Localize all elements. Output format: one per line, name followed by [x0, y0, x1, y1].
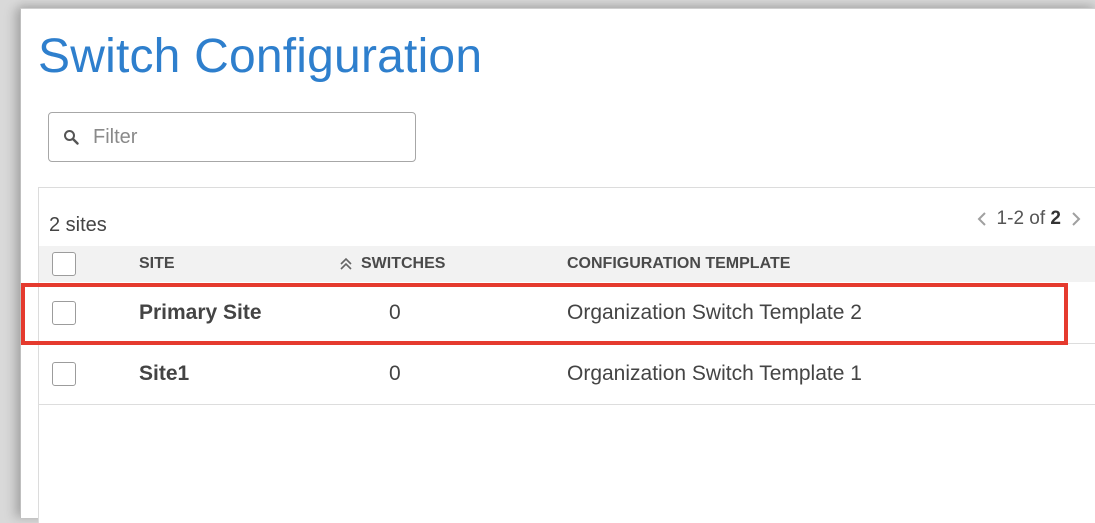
site-name[interactable]: Site1	[139, 344, 189, 404]
site-name[interactable]: Primary Site	[139, 283, 262, 343]
table-row[interactable]: Site1 0 Organization Switch Template 1	[39, 344, 1095, 405]
pagination: 1-2 of 2	[967, 208, 1091, 230]
column-header-site[interactable]: SITE	[139, 246, 175, 282]
column-header-template[interactable]: CONFIGURATION TEMPLATE	[567, 246, 790, 282]
row-checkbox[interactable]	[52, 362, 76, 386]
chevron-left-icon[interactable]	[975, 210, 989, 228]
table-row[interactable]: Primary Site 0 Organization Switch Templ…	[39, 283, 1095, 344]
pagination-total: 2	[1050, 208, 1061, 229]
sites-table: 2 sites 1-2 of 2 SITE SWITCHES CONFIGURA…	[38, 187, 1095, 523]
column-header-template-label: CONFIGURATION TEMPLATE	[567, 255, 791, 272]
chevron-right-icon[interactable]	[1069, 210, 1083, 228]
pagination-range: 1-2 of	[996, 208, 1046, 229]
switch-configuration-panel: Switch Configuration 2 sites 1-2 of 2 SI…	[20, 8, 1095, 523]
configuration-template: Organization Switch Template 1	[567, 362, 862, 385]
filter-box[interactable]	[48, 112, 416, 162]
row-checkbox[interactable]	[52, 301, 76, 325]
switch-count: 0	[389, 301, 401, 324]
table-header: SITE SWITCHES CONFIGURATION TEMPLATE	[39, 246, 1095, 282]
switch-count: 0	[389, 362, 401, 385]
select-all-checkbox[interactable]	[52, 252, 76, 276]
sort-ascending-icon[interactable]	[339, 257, 353, 271]
filter-input[interactable]	[93, 125, 393, 149]
configuration-template: Organization Switch Template 2	[567, 301, 862, 324]
column-header-site-label: SITE	[139, 255, 175, 272]
page-title: Switch Configuration	[38, 30, 483, 83]
column-header-switches-label: SWITCHES	[361, 255, 446, 272]
site-count: 2 sites	[49, 214, 107, 236]
column-header-switches[interactable]: SWITCHES	[339, 246, 445, 282]
search-icon	[63, 129, 79, 145]
